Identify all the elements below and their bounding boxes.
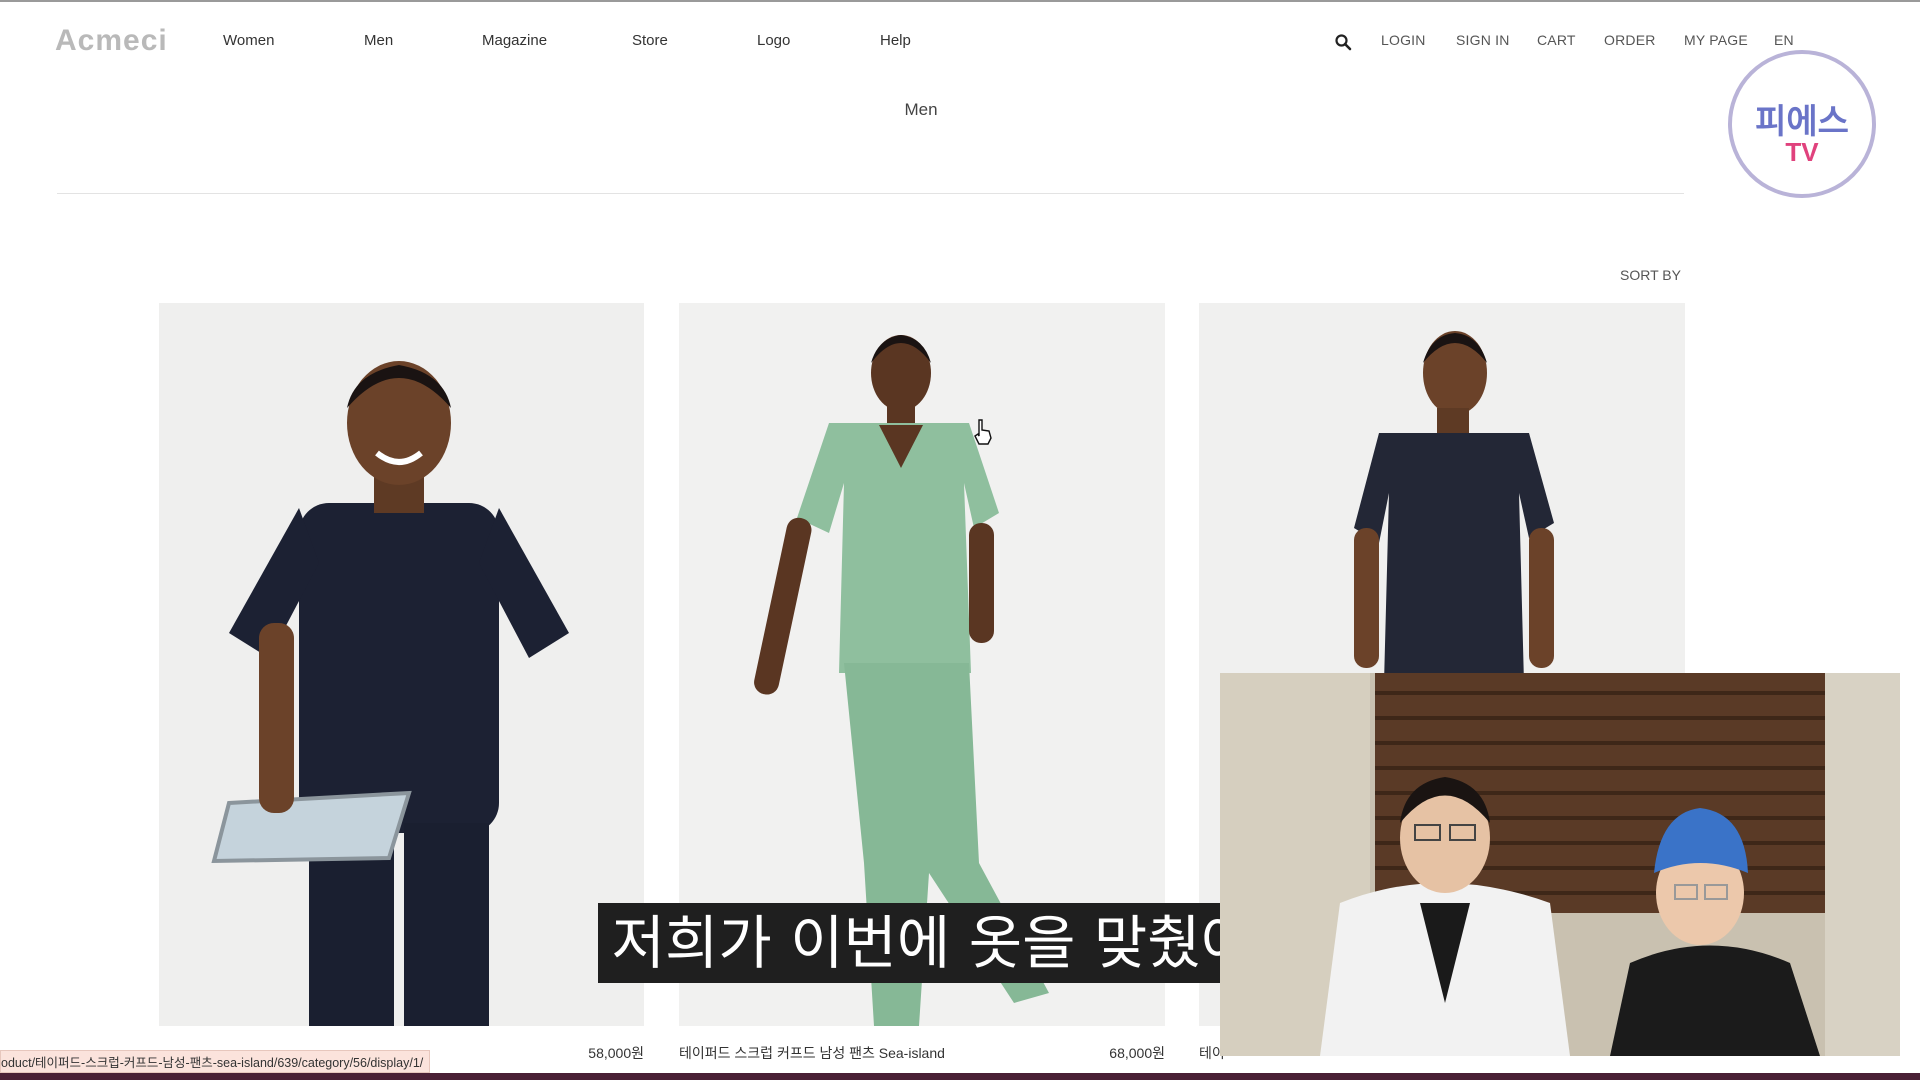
nav-women[interactable]: Women — [223, 32, 274, 49]
login-link[interactable]: LOGIN — [1381, 32, 1426, 48]
nav-magazine[interactable]: Magazine — [482, 32, 547, 49]
product-price: 68,000원 — [1109, 1045, 1165, 1061]
channel-logo: 피에스 TV — [1728, 50, 1876, 198]
hand-cursor-icon — [974, 419, 992, 445]
webcam-scene — [1220, 673, 1900, 1056]
nav-men[interactable]: Men — [364, 32, 393, 49]
order-link[interactable]: ORDER — [1604, 32, 1656, 48]
my-page-link[interactable]: MY PAGE — [1684, 32, 1748, 48]
language-link[interactable]: EN — [1774, 32, 1794, 48]
model-illustration — [159, 303, 644, 1026]
site-logo[interactable]: Acmeci — [55, 24, 168, 58]
status-bar-url: oduct/테이퍼드-스크럽-커프드-남성-팬츠-sea-island/639/… — [0, 1050, 431, 1073]
sign-in-link[interactable]: SIGN IN — [1456, 32, 1510, 48]
video-subtitle: 저희가 이번에 옷을 맞췄어요 — [598, 903, 1321, 983]
channel-logo-top: 피에스 — [1755, 103, 1849, 141]
nav-store[interactable]: Store — [632, 32, 668, 49]
top-border — [0, 0, 1920, 2]
sort-by-button[interactable]: SORT BY — [1620, 267, 1681, 283]
cart-link[interactable]: CART — [1537, 32, 1576, 48]
header-divider — [57, 193, 1684, 194]
product-name[interactable]: 테이퍼드 스크럽 커프드 남성 팬츠 Sea-island — [679, 1043, 945, 1063]
product-price: 58,000원 — [588, 1045, 644, 1061]
product-image[interactable] — [159, 303, 644, 1026]
nav-logo[interactable]: Logo — [757, 32, 790, 49]
bottom-accent-bar — [0, 1073, 1920, 1080]
webcam-overlay — [1220, 673, 1900, 1056]
nav-help[interactable]: Help — [880, 32, 911, 49]
channel-logo-bottom: TV — [1785, 137, 1819, 167]
search-icon[interactable] — [1334, 33, 1352, 51]
page-title: Men — [904, 100, 938, 119]
